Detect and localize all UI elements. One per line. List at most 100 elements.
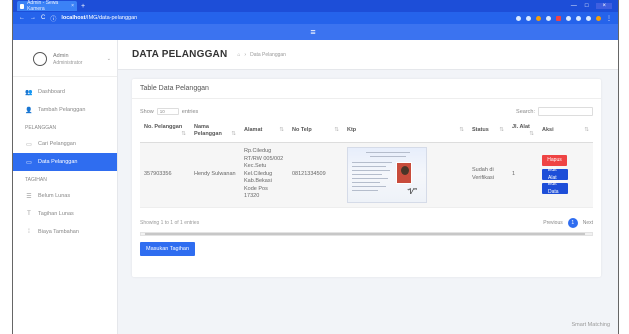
maximize-button[interactable]: □ xyxy=(585,3,589,9)
sidebar-item-cari-pelanggan[interactable]: ▭ Cari Pelanggan xyxy=(13,135,117,153)
ktp-line xyxy=(352,169,390,171)
card-title: Table Data Pelanggan xyxy=(132,79,601,99)
edit-data-button[interactable]: Edit Data xyxy=(542,181,568,195)
extension-icon[interactable] xyxy=(586,15,591,21)
extension-icon[interactable] xyxy=(576,15,581,21)
column-header-label: Status xyxy=(472,127,489,134)
ktp-face xyxy=(401,165,409,175)
column-header[interactable]: No Telp ⇅ xyxy=(288,120,343,143)
profile-name: Admin xyxy=(53,52,69,59)
sidebar-item-label: Tagihan Lunas xyxy=(38,211,74,217)
ktp-photo xyxy=(396,161,412,184)
minimize-button[interactable]: — xyxy=(571,3,577,9)
cell-jumlah-alat: 1 xyxy=(508,142,538,208)
search-icon: ▭ xyxy=(26,141,32,148)
sort-icon: ⇅ xyxy=(231,130,236,137)
sidebar: Admin Administrator ⌄ 👥 Dashboard 👤 Tamb… xyxy=(13,40,118,334)
next-button[interactable]: Next xyxy=(583,220,593,226)
action-buttons: Hapus Edit Alat Edit Data xyxy=(542,155,589,195)
extension-icon[interactable] xyxy=(516,15,521,21)
table-footer: Showing 1 to 1 of 1 entries Previous 1 N… xyxy=(132,208,601,228)
sort-icon: ⇅ xyxy=(181,130,186,137)
extension-icon[interactable] xyxy=(566,15,571,21)
ktp-image[interactable]: Ꮙ xyxy=(347,146,427,203)
cell-ktp: Ꮙ xyxy=(343,142,468,208)
site-info-icon[interactable]: ⓘ xyxy=(50,14,56,23)
home-icon[interactable]: ⌂ xyxy=(237,52,240,58)
extension-icon[interactable] xyxy=(536,15,541,21)
ktp-line xyxy=(352,177,388,179)
sidebar-menu: 👥 Dashboard 👤 Tambah Pelanggan PELANGGAN… xyxy=(13,77,117,241)
page-footer: Smart Matching xyxy=(571,322,610,328)
extension-icon[interactable] xyxy=(526,15,531,21)
hamburger-menu-icon[interactable]: ≡ xyxy=(310,27,315,37)
reload-icon[interactable]: C xyxy=(41,15,45,21)
forward-icon[interactable]: → xyxy=(30,15,36,21)
back-icon[interactable]: ← xyxy=(19,15,25,21)
profile-avatar-icon[interactable] xyxy=(596,15,601,21)
entries-label: entries xyxy=(181,108,199,115)
user-avatar-icon xyxy=(33,52,47,66)
column-header[interactable]: Nama Pelanggan ⇅ xyxy=(190,120,240,143)
sidebar-item-biaya-tambahan[interactable]: ⁞ Biaya Tambahan xyxy=(13,223,117,241)
url-path: /IMG/data-pelanggan xyxy=(85,15,138,21)
sort-icon: ⇅ xyxy=(529,130,534,137)
cell-alamat: Rp.Ciledug RT/RW 005/002 Kec.Setu Kel.Ci… xyxy=(240,142,288,208)
masukan-tagihan-button[interactable]: Masukan Tagihan xyxy=(140,241,196,256)
user-plus-icon: 👤 xyxy=(25,107,33,114)
users-icon: 👥 xyxy=(25,89,33,96)
hapus-button[interactable]: Hapus xyxy=(542,155,567,166)
chevron-down-icon[interactable]: ⌄ xyxy=(107,56,111,62)
main-content: DATA PELANGGAN ⌂ › Data Pelanggan Table … xyxy=(118,40,618,334)
new-tab-button[interactable]: + xyxy=(81,3,85,10)
sort-icon: ⇅ xyxy=(584,127,589,134)
column-header[interactable]: Ktp ⇅ xyxy=(343,120,468,143)
search-input[interactable] xyxy=(538,107,593,116)
extension-icon[interactable] xyxy=(546,15,551,21)
page-header: DATA PELANGGAN ⌂ › Data Pelanggan xyxy=(118,40,618,70)
column-header[interactable]: Status ⇅ xyxy=(468,120,508,143)
ktp-line xyxy=(370,155,406,157)
signature-icon: Ꮙ xyxy=(406,187,416,196)
profile-role: Administrator xyxy=(53,59,83,66)
show-label: Show xyxy=(140,108,154,115)
cell-telp: 08121334509 xyxy=(288,142,343,208)
cell-no-pelanggan: 357903356 xyxy=(140,142,190,208)
table-row: 357903356 Hendy Sulwanan Rp.Ciledug RT/R… xyxy=(140,142,593,208)
window-controls: — □ × xyxy=(571,3,618,9)
database-icon: ▭ xyxy=(26,159,32,166)
cell-aksi: Hapus Edit Alat Edit Data xyxy=(538,142,593,208)
sidebar-profile[interactable]: Admin Administrator ⌄ xyxy=(13,40,117,77)
browser-menu-icon[interactable]: ⋮ xyxy=(606,15,612,22)
column-header[interactable]: No. Pelanggan ⇅ xyxy=(140,120,190,143)
search-label: Search: xyxy=(516,108,535,115)
sidebar-item-belum-lunas[interactable]: ☰ Belum Lunas xyxy=(13,187,117,205)
previous-button[interactable]: Previous xyxy=(543,220,562,226)
breadcrumb-item[interactable]: Data Pelanggan xyxy=(250,52,286,58)
sidebar-section-pelanggan: PELANGGAN xyxy=(25,125,57,131)
sidebar-item-tambah-pelanggan[interactable]: 👤 Tambah Pelanggan xyxy=(13,101,117,119)
tab-close-icon[interactable]: × xyxy=(71,3,74,9)
browser-tab[interactable]: Admin - Sewa Kamera × xyxy=(17,0,77,12)
page-button[interactable]: 1 xyxy=(567,217,578,228)
pelanggan-table: No. Pelanggan ⇅ Nama Pelanggan ⇅ Alamat ⇅ N… xyxy=(140,120,593,208)
sidebar-item-data-pelanggan[interactable]: ▭ Data Pelanggan xyxy=(13,153,117,171)
ktp-line xyxy=(352,189,378,191)
column-header[interactable]: Alamat ⇅ xyxy=(240,120,288,143)
column-header[interactable]: Aksi ⇅ xyxy=(538,120,593,143)
horizontal-scrollbar[interactable] xyxy=(140,231,593,236)
edit-alat-button[interactable]: Edit Alat xyxy=(542,167,568,181)
plus-list-icon: ⁞ xyxy=(28,229,30,235)
scrollbar-thumb[interactable] xyxy=(145,232,585,235)
extension-icon[interactable] xyxy=(556,15,561,21)
url-field[interactable]: localhost/IMG/data-pelanggan xyxy=(61,15,137,21)
sidebar-item-tagihan-lunas[interactable]: T Tagihan Lunas xyxy=(13,205,117,223)
ktp-line xyxy=(352,173,382,175)
sidebar-section-tagihan: TAGIHAN xyxy=(25,177,47,183)
extensions-bar: ⋮ xyxy=(516,15,618,22)
entries-select[interactable]: 10 xyxy=(156,108,179,115)
column-header-label: No. Pelanggan xyxy=(144,123,183,130)
sidebar-item-dashboard[interactable]: 👥 Dashboard xyxy=(13,83,117,101)
column-header[interactable]: Jl. Alat ⇅ xyxy=(508,120,538,143)
close-window-button[interactable]: × xyxy=(596,3,612,9)
